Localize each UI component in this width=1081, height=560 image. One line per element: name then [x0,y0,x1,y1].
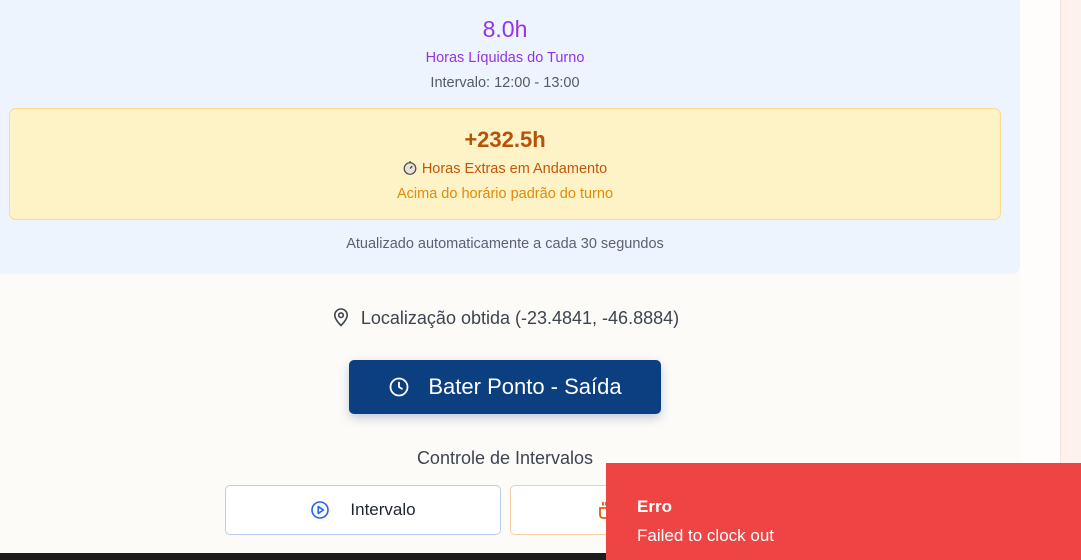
toast-message: Failed to clock out [637,526,775,545]
auto-update-note: Atualizado automaticamente a cada 30 seg… [346,236,664,252]
net-hours-value: 8.0h [482,16,528,42]
clock-out-button[interactable]: Bater Ponto - Saída [349,360,661,414]
net-hours-label: Horas Líquidas do Turno [425,50,585,66]
error-toast[interactable]: Erro Failed to clock out [606,463,1081,560]
location-text: Localização obtida (-23.4841, -46.8884) [360,308,680,328]
overtime-label: Horas Extras em Andamento [421,161,608,177]
shift-summary-card: 8.0h Horas Líquidas do Turno Intervalo: … [0,0,1020,274]
overtime-label-row: Horas Extras em Andamento [10,161,1000,177]
location-status: Localização obtida (-23.4841, -46.8884) [0,307,1010,329]
play-circle-icon [310,500,330,520]
overtime-value: +232.5h [464,127,546,152]
clock-out-button-label: Bater Ponto - Saída [428,374,622,399]
stopwatch-icon [403,161,417,175]
overtime-sublabel: Acima do horário padrão do turno [396,186,614,202]
map-pin-icon [331,307,351,327]
clock-icon [388,376,410,398]
start-interval-button[interactable]: Intervalo [225,485,501,535]
toast-title: Erro [637,497,672,516]
start-interval-label: Intervalo [350,500,416,519]
interval-time-text: Intervalo: 12:00 - 13:00 [430,75,580,91]
overtime-panel: +232.5h Horas Extras em Andamento Acima … [9,108,1001,220]
